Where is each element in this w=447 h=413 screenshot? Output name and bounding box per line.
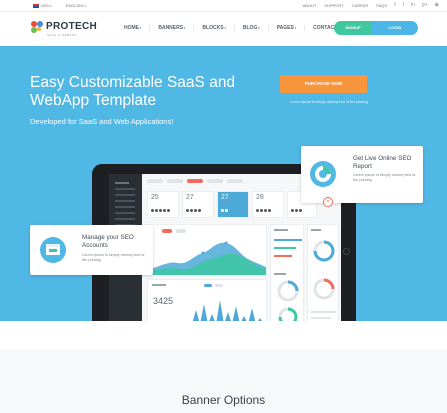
close-icon[interactable]: × <box>323 197 333 207</box>
rss-icon[interactable]: ◉ <box>435 2 439 8</box>
social-links: f t in g+ ◉ <box>394 2 439 8</box>
twitter-icon[interactable]: t <box>403 2 404 8</box>
linkedin-icon[interactable]: in <box>411 2 415 8</box>
stat-card: 27 <box>217 191 249 218</box>
seo-report-title: Get Live Online SEO Report <box>353 155 412 170</box>
browser-window-icon <box>40 237 66 263</box>
seo-accounts-text: Lorem ipsum is simply dummy text of the … <box>82 253 145 262</box>
stat-value: 28 <box>256 194 264 201</box>
language-select[interactable]: ENGLISH <box>66 3 86 8</box>
tablet-home-button <box>343 248 350 255</box>
stat-value: 27 <box>221 194 229 201</box>
pie-chart-icon <box>310 161 336 187</box>
login-button[interactable]: LOGIN <box>372 21 418 35</box>
stats-list-card <box>270 224 304 329</box>
top-links: ABOUT SUPPORT CAREER FAQS <box>303 3 387 8</box>
facebook-icon[interactable]: f <box>394 2 395 8</box>
nav-item-pages[interactable]: PAGES <box>269 25 306 31</box>
top-link-support[interactable]: SUPPORT <box>324 3 343 8</box>
signup-button[interactable]: SIGNUP <box>334 21 372 35</box>
traffic-chart-card <box>147 224 267 276</box>
logo-mark-icon <box>31 21 45 35</box>
nav-item-banners[interactable]: BANNERS <box>150 25 195 31</box>
seo-accounts-title: Manage your SEO Accounts <box>82 234 134 249</box>
google-plus-icon[interactable]: g+ <box>422 2 428 8</box>
page: USD ENGLISH ABOUT SUPPORT CAREER FAQS f … <box>0 0 447 413</box>
currency-select[interactable]: USD <box>33 3 52 8</box>
nav-item-blocks[interactable]: BLOCKS <box>194 25 235 31</box>
banner-options-section: Banner Options <box>0 321 447 413</box>
currency-label: USD <box>41 3 52 8</box>
seo-report-callout: Get Live Online SEO Report Lorem ipsum i… <box>301 146 423 203</box>
section-heading: Banner Options <box>181 393 266 407</box>
top-bar-left: USD ENGLISH <box>33 3 86 8</box>
nav-item-blog[interactable]: BLOG <box>235 25 269 31</box>
seo-accounts-callout: Manage your SEO Accounts Lorem ipsum is … <box>30 225 153 275</box>
top-bar: USD ENGLISH ABOUT SUPPORT CAREER FAQS f … <box>0 0 447 12</box>
logo-text: PROTECH <box>46 21 97 32</box>
nav-menu: HOME BANNERS BLOCKS BLOG PAGES CONTACT <box>116 25 345 31</box>
dashboard-tabs <box>147 179 243 183</box>
top-link-faqs[interactable]: FAQS <box>376 3 387 8</box>
logo-tagline: SAAS & WEBAPP <box>47 33 77 37</box>
hero-title: Easy Customizable SaaS and WebApp Templa… <box>30 74 236 109</box>
flag-icon <box>33 3 39 8</box>
stat-value: 27 <box>186 194 194 201</box>
purchase-note: Lorem ipsum is simply dummy text of the … <box>290 100 368 104</box>
purchase-now-button[interactable]: PURCHASE NOW <box>280 75 367 93</box>
seo-report-text: Lorem ipsum is simply dummy text of the … <box>353 173 416 182</box>
top-link-about[interactable]: ABOUT <box>303 3 317 8</box>
dashboard-stats: 25 27 27 28 <box>147 191 317 218</box>
hero-section: Easy Customizable SaaS and WebApp Templa… <box>0 46 447 341</box>
stat-card: 27 <box>182 191 214 218</box>
top-link-career[interactable]: CAREER <box>352 3 369 8</box>
main-nav: PROTECH SAAS & WEBAPP HOME BANNERS BLOCK… <box>0 12 447 46</box>
gauge-card <box>307 224 339 329</box>
stat-card: 25 <box>147 191 179 218</box>
logo[interactable]: PROTECH SAAS & WEBAPP <box>31 21 97 37</box>
hero-subtitle: Developed for SaaS and Web Applications! <box>30 117 174 126</box>
stat-card: 28 <box>252 191 284 218</box>
stat-value: 25 <box>151 194 159 201</box>
nav-item-home[interactable]: HOME <box>116 25 151 31</box>
traffic-area-chart <box>150 229 266 275</box>
